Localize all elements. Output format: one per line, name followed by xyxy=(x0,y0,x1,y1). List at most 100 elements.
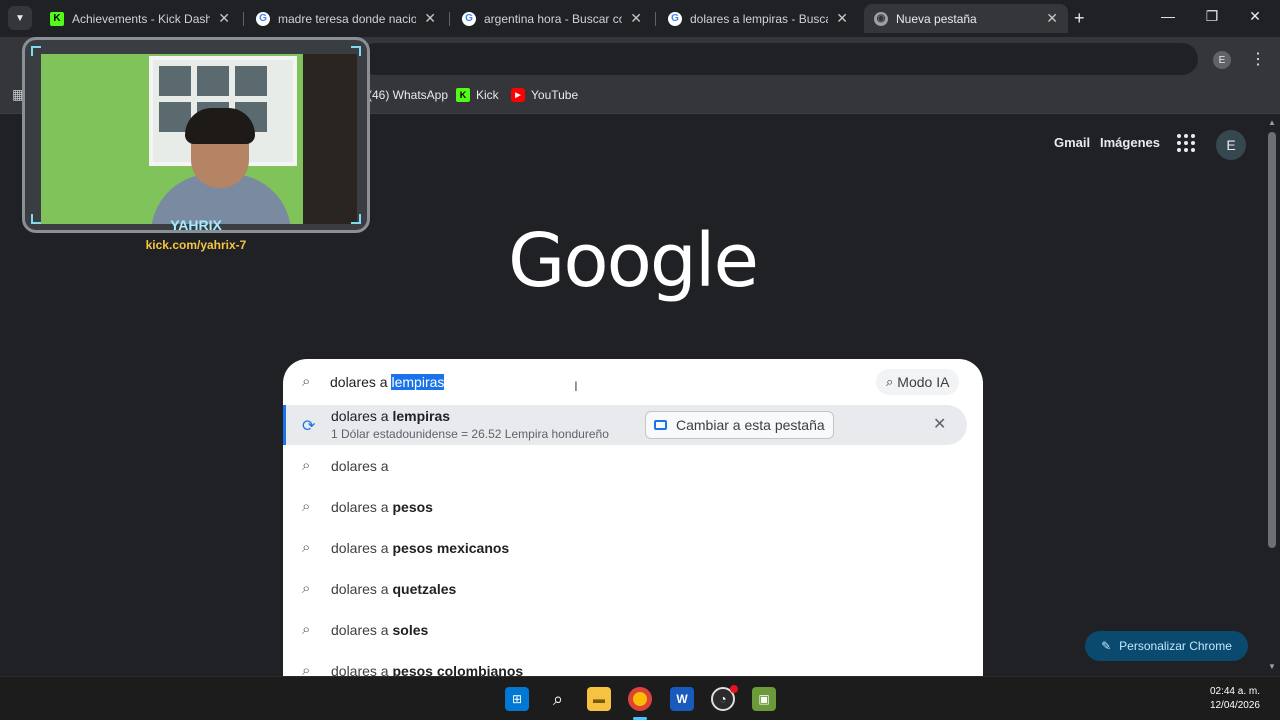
word-icon[interactable]: W xyxy=(670,687,694,711)
tab-argentina-hora[interactable]: G argentina hora - Buscar con ✕ xyxy=(452,4,652,33)
tab-label: madre teresa donde nacio - xyxy=(278,11,417,26)
customize-chrome-button[interactable]: ✎ Personalizar Chrome xyxy=(1085,631,1248,661)
tab-strip: ▼ K Achievements - Kick Dashbo ✕ G madre… xyxy=(0,0,1280,37)
sugg-plain: dolares a xyxy=(331,540,393,556)
sugg-plain: dolares a xyxy=(331,581,393,597)
gmail-link[interactable]: Gmail xyxy=(1054,135,1090,150)
tab-nueva-pestana[interactable]: ◉ Nueva pestaña ✕ xyxy=(864,4,1068,33)
close-icon[interactable]: ✕ xyxy=(424,10,436,27)
google-icon: G xyxy=(668,11,682,26)
google-icon: G xyxy=(256,11,270,26)
query-selection: lempiras xyxy=(391,374,445,390)
suggestion-text: dolares a pesos xyxy=(331,499,433,515)
account-avatar[interactable]: E xyxy=(1216,130,1246,160)
google-logo: Google xyxy=(508,218,759,304)
recording-dot-icon xyxy=(730,685,738,693)
bookmark-whatsapp[interactable]: (46) WhatsApp xyxy=(368,88,448,102)
switch-label: Cambiar a esta pestaña xyxy=(676,417,825,433)
search-icon: ⌕ xyxy=(302,621,311,638)
profile-initial: E xyxy=(1218,54,1226,66)
sugg-plain: dolares a xyxy=(331,622,393,638)
frame-corner xyxy=(351,46,361,56)
sugg-plain: dolares a xyxy=(331,458,389,474)
suggestion-item[interactable]: ⌕ dolares a pesos xyxy=(283,486,983,527)
search-input[interactable]: ⌕ dolares a lempiras I ⌕ Modo IA xyxy=(283,359,983,405)
restore-button[interactable]: ❐ xyxy=(1202,8,1222,25)
chevron-down-icon: ▼ xyxy=(15,12,25,24)
close-window-button[interactable]: ✕ xyxy=(1245,8,1265,25)
selection-bar xyxy=(283,405,286,445)
windows-start-icon[interactable]: ⊞ xyxy=(505,687,529,711)
images-link[interactable]: Imágenes xyxy=(1100,135,1160,150)
tab-label: dolares a lempiras - Buscar c xyxy=(690,11,828,26)
tab-achievements[interactable]: K Achievements - Kick Dashbo ✕ xyxy=(40,4,240,33)
address-bar[interactable] xyxy=(360,43,1198,75)
minimize-button[interactable]: — xyxy=(1158,8,1178,24)
search-query[interactable]: dolares a lempiras xyxy=(330,374,445,390)
suggestion-title: dolares a lempiras xyxy=(331,408,450,424)
file-explorer-icon[interactable]: ▬ xyxy=(587,687,611,711)
new-tab-button[interactable]: + xyxy=(1074,8,1085,29)
close-icon[interactable]: ✕ xyxy=(630,10,642,27)
scroll-down-icon[interactable]: ▼ xyxy=(1268,662,1276,671)
suggestion-text: dolares a pesos mexicanos xyxy=(331,540,509,556)
suggestion-item[interactable]: ⌕ dolares a xyxy=(283,445,983,486)
tab-search-button[interactable]: ▼ xyxy=(8,6,32,30)
close-icon[interactable]: ✕ xyxy=(836,10,848,27)
scroll-thumb[interactable] xyxy=(1268,132,1276,548)
webcam-video xyxy=(41,54,357,224)
suggestion-item[interactable]: ⌕ dolares a quetzales xyxy=(283,568,983,609)
system-clock[interactable]: 02:44 a. m. 12/04/2026 xyxy=(1190,685,1260,713)
webcam-frame xyxy=(22,37,370,233)
chrome-icon: ◉ xyxy=(874,11,888,26)
clock-date: 12/04/2026 xyxy=(1209,700,1260,711)
suggestion-text: dolares a xyxy=(331,458,389,474)
tab-icon xyxy=(654,420,667,430)
minecraft-icon[interactable]: ▣ xyxy=(752,687,776,711)
suggestion-item[interactable]: ⌕ dolares a pesos mexicanos xyxy=(283,527,983,568)
suggestion-item[interactable]: ⌕ dolares a pesos colombianos xyxy=(283,650,983,679)
ai-mode-label: Modo IA xyxy=(897,374,950,390)
remove-suggestion-icon[interactable]: ✕ xyxy=(933,414,946,434)
tab-separator xyxy=(449,12,450,26)
google-icon: G xyxy=(462,11,476,26)
bookmark-label: YouTube xyxy=(531,88,579,102)
search-icon: ⌕ xyxy=(302,498,311,515)
bookmark-youtube[interactable]: ▶ YouTube xyxy=(511,88,578,102)
google-apps-icon[interactable] xyxy=(1177,134,1195,152)
taskbar: ⊞ ⌕ ▬ W ◔ ▣ 02:44 a. m. 12/04/2026 xyxy=(0,676,1280,720)
streamer-url: kick.com/yahrix-7 xyxy=(145,238,247,252)
avatar-initial: E xyxy=(1226,137,1236,153)
title-bold: lempiras xyxy=(392,408,451,424)
search-icon[interactable]: ⌕ xyxy=(546,687,570,711)
refresh-icon: ⟳ xyxy=(302,418,316,435)
tab-separator xyxy=(243,12,244,26)
bookmark-kick[interactable]: K Kick xyxy=(456,88,499,102)
close-icon[interactable]: ✕ xyxy=(1046,10,1058,27)
ai-search-icon: ⌕ xyxy=(886,374,894,389)
sugg-bold: soles xyxy=(392,622,429,638)
scroll-up-icon[interactable]: ▲ xyxy=(1268,118,1276,127)
close-icon[interactable]: ✕ xyxy=(218,10,230,27)
tab-madre-teresa[interactable]: G madre teresa donde nacio - ✕ xyxy=(246,4,446,33)
title-plain: dolares a xyxy=(331,408,393,424)
profile-button[interactable]: E xyxy=(1213,51,1231,69)
window-pane xyxy=(159,66,191,96)
clock-time: 02:44 a. m. xyxy=(1209,686,1260,697)
text-cursor-icon: I xyxy=(574,378,578,394)
scrollbar[interactable]: ▲ ▼ xyxy=(1265,114,1280,676)
suggestion-text: dolares a quetzales xyxy=(331,581,456,597)
switch-to-tab-button[interactable]: Cambiar a esta pestaña xyxy=(645,411,834,439)
chrome-icon[interactable] xyxy=(628,687,652,711)
search-icon: ⌕ xyxy=(302,539,311,556)
tab-separator xyxy=(655,12,656,26)
ai-mode-button[interactable]: ⌕ Modo IA xyxy=(876,369,960,395)
suggestion-subtitle: 1 Dólar estadounidense = 26.52 Lempira h… xyxy=(331,427,609,441)
search-icon: ⌕ xyxy=(302,580,311,597)
suggestion-item[interactable]: ⌕ dolares a soles xyxy=(283,609,983,650)
more-menu-icon[interactable]: ⋮ xyxy=(1250,49,1266,69)
kick-icon: K xyxy=(456,88,470,102)
suggestion-tab-switch[interactable]: ⟳ dolares a lempiras 1 Dólar estadounide… xyxy=(283,405,967,445)
window-pane xyxy=(197,66,229,96)
tab-dolares-lempiras[interactable]: G dolares a lempiras - Buscar c ✕ xyxy=(658,4,858,33)
